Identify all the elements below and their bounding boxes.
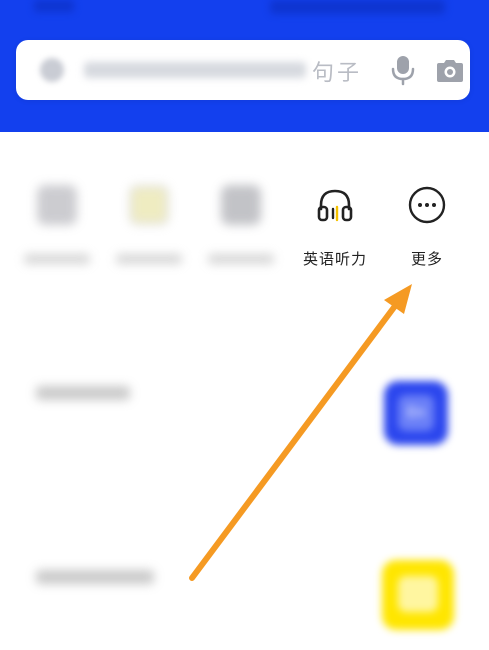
note-icon (129, 185, 169, 225)
yellow-app-icon (382, 560, 454, 630)
list-item-title-blurred (36, 386, 130, 400)
quick-action-3-blurred[interactable] (196, 180, 286, 280)
search-bar[interactable]: 句子 (16, 40, 470, 100)
calendar-icon (221, 185, 261, 225)
quick-action-1-blurred[interactable] (12, 180, 102, 280)
status-icons-blurred (270, 0, 445, 14)
search-icon (40, 58, 64, 82)
microphone-icon[interactable] (388, 54, 418, 86)
app-header: 句子 (0, 0, 489, 132)
quick-action-more[interactable]: 更多 (382, 180, 472, 280)
quick-action-english-listening[interactable]: 英语听力 (290, 180, 380, 280)
document-icon (37, 185, 77, 225)
quick-action-english-listening-label: 英语听力 (302, 250, 367, 268)
quick-action-2-label-blurred (116, 254, 182, 264)
quick-action-2-blurred[interactable] (104, 180, 194, 280)
headphones-icon (317, 189, 353, 222)
quick-action-3-label-blurred (208, 254, 274, 264)
english-badge-icon: En (384, 381, 448, 445)
list-item-title-blurred (36, 570, 154, 584)
search-placeholder-text: 句子 (312, 61, 363, 86)
status-time-blurred (34, 0, 74, 12)
quick-action-more-label: 更多 (410, 250, 443, 268)
status-bar (0, 0, 489, 24)
more-dots-icon (408, 186, 446, 224)
search-placeholder-blurred (84, 62, 306, 78)
camera-icon[interactable] (434, 57, 466, 85)
quick-action-1-label-blurred (24, 254, 90, 264)
